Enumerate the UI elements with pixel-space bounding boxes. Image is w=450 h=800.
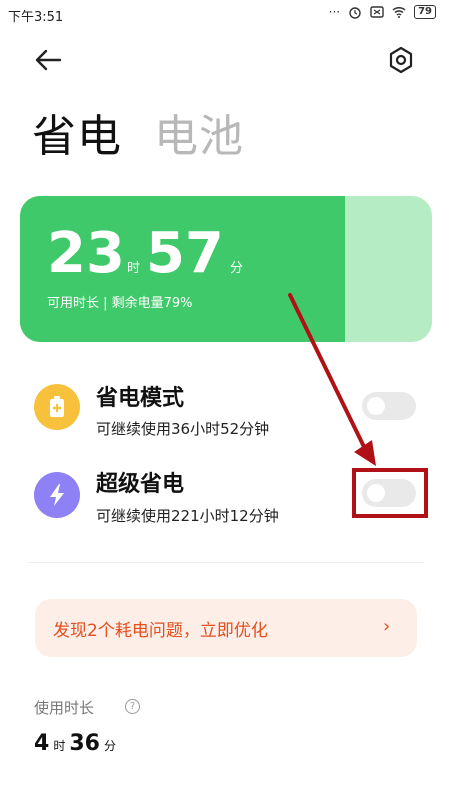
back-arrow-icon[interactable] [32,46,64,74]
mode-power-saving-title: 省电模式 [96,386,185,411]
optimize-issues-banner[interactable]: 发现2个耗电问题，立即优化 › [35,599,417,657]
issue-text: 发现2个耗电问题，立即优化 [53,621,268,641]
power-saving-toggle[interactable] [362,392,416,420]
minutes-unit: 分 [229,261,243,276]
card-subtitle: 可用时长 | 剩余电量79% [47,296,193,311]
divider [28,562,424,563]
tab-power-saving[interactable]: 省电 [32,100,122,164]
usage-hours: 4 [34,731,50,756]
toggle-knob [367,397,385,415]
hours-value: 23 [47,221,125,286]
usage-minutes-unit: 分 [103,739,116,753]
chevron-right-icon: › [383,616,391,637]
mode-ultra-saving-subtitle: 可继续使用221小时12分钟 [96,507,279,525]
mode-power-saving-subtitle: 可继续使用36小时52分钟 [96,420,270,438]
more-dots-icon: ··· [328,5,341,19]
usage-minutes: 36 [69,731,100,756]
tab-battery[interactable]: 电池 [154,100,244,164]
hours-unit: 时 [126,261,140,276]
lightning-icon [34,472,80,518]
help-icon[interactable]: ? [125,699,140,714]
remaining-time: 23 时 57 分 [47,226,243,282]
battery-plus-icon [34,384,80,430]
annotation-highlight-box [352,468,428,518]
status-icons: ··· 79 [329,5,436,19]
sim-off-icon [370,6,384,18]
battery-card: 23 时 57 分 可用时长 | 剩余电量79% [20,196,432,342]
usage-hours-unit: 时 [53,739,66,753]
usage-value: 4 时 36 分 [34,731,116,756]
battery-icon: 79 [414,5,436,19]
wifi-icon [392,6,406,18]
settings-gear-icon[interactable] [385,44,417,76]
status-time: 下午3:51 [8,10,64,25]
minutes-value: 57 [145,221,224,286]
mode-ultra-saving-title: 超级省电 [96,472,185,497]
alarm-icon [349,7,361,19]
usage-label: 使用时长 [34,699,95,717]
